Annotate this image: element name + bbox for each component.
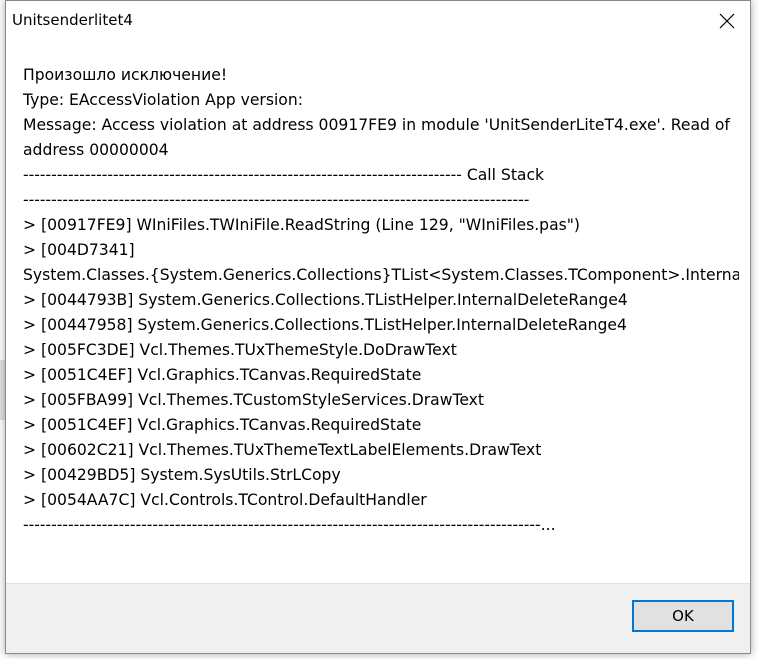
stack-line: > [00447958] System.Generics.Collections… <box>23 316 627 334</box>
stack-line: > [005FC3DE] Vcl.Themes.TUxThemeStyle.Do… <box>23 341 457 359</box>
window-title: Unitsenderlitet4 <box>12 11 133 29</box>
stack-line: > [005FBA99] Vcl.Themes.TCustomStyleServ… <box>23 391 484 409</box>
separator-call-stack: ----------------------------------------… <box>23 166 545 184</box>
separator-end: ----------------------------------------… <box>23 516 556 534</box>
title-bar[interactable]: Unitsenderlitet4 <box>6 1 750 41</box>
close-icon <box>719 13 735 29</box>
stack-line: > [0051C4EF] Vcl.Graphics.TCanvas.Requir… <box>23 416 422 434</box>
stack-line: > [004D7341] <box>23 241 135 259</box>
ok-button[interactable]: OK <box>632 600 734 632</box>
dialog-footer: OK <box>6 583 750 653</box>
exception-dialog: Unitsenderlitet4 Произошло исключение! T… <box>5 0 751 654</box>
stack-line: > [0044793B] System.Generics.Collections… <box>23 291 628 309</box>
stack-line: > [00429BD5] System.SysUtils.StrLCopy <box>23 466 341 484</box>
error-message: Message: Access violation at address 009… <box>23 116 730 159</box>
separator: ----------------------------------------… <box>23 191 530 209</box>
error-heading: Произошло исключение! <box>23 66 228 84</box>
stack-line: System.Classes.{System.Generics.Collecti… <box>23 266 739 284</box>
stack-line: > [00917FE9] WIniFiles.TWIniFile.ReadStr… <box>23 216 581 234</box>
stack-line: > [00602C21] Vcl.Themes.TUxThemeTextLabe… <box>23 441 542 459</box>
error-type: Type: EAccessViolation App version: <box>23 91 303 109</box>
error-message-text: Произошло исключение! Type: EAccessViola… <box>23 63 739 538</box>
close-button[interactable] <box>704 1 750 41</box>
stack-line: > [0051C4EF] Vcl.Graphics.TCanvas.Requir… <box>23 366 422 384</box>
stack-line: > [0054AA7C] Vcl.Controls.TControl.Defau… <box>23 491 427 509</box>
